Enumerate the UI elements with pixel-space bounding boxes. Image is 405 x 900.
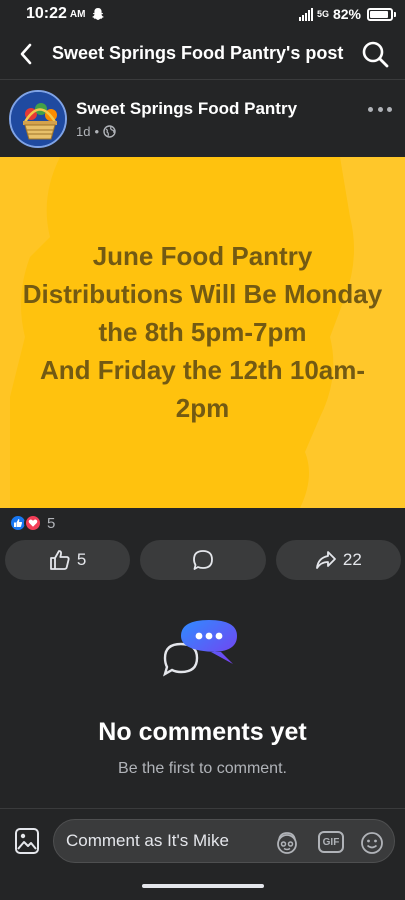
like-button[interactable]: 5	[5, 540, 131, 580]
reactions-summary[interactable]: 5	[9, 513, 55, 533]
chat-bubbles-icon	[163, 620, 237, 677]
image-text-line: And Friday the 12th 10am-	[39, 355, 366, 385]
globe-icon	[103, 125, 116, 138]
image-text-line: 2pm	[175, 393, 230, 423]
back-arrow-icon	[20, 43, 32, 64]
battery-fill	[370, 10, 389, 18]
reaction-count: 5	[47, 514, 56, 532]
more-options-button[interactable]	[365, 99, 395, 119]
author-name[interactable]: Sweet Springs Food Pantry	[76, 99, 297, 119]
avatar-sticker-icon[interactable]	[274, 830, 300, 856]
post-meta: 1d •	[76, 124, 116, 139]
signal-icon	[298, 7, 313, 21]
post-header: Sweet Springs Food Pantry 1d •	[0, 81, 405, 157]
post-image[interactable]: June Food Pantry Distributions Will Be M…	[0, 157, 405, 508]
battery-percent: 82%	[332, 6, 361, 22]
page-avatar[interactable]	[9, 90, 67, 148]
image-text-line: June Food Pantry	[92, 241, 313, 271]
photo-icon[interactable]	[14, 827, 40, 855]
post-age: 1d	[76, 124, 91, 139]
search-button[interactable]	[357, 36, 393, 72]
love-reaction-icon	[24, 514, 42, 532]
like-count: 5	[76, 550, 87, 569]
share-arrow-icon	[315, 551, 336, 569]
comment-button[interactable]	[140, 540, 266, 580]
snapchat-icon	[92, 8, 105, 20]
food-basket-logo	[11, 92, 65, 146]
meta-separator: •	[94, 124, 100, 139]
home-indicator[interactable]	[142, 884, 264, 888]
comment-bubble-icon	[193, 550, 213, 570]
status-time: 10:22	[26, 5, 67, 22]
status-bar: 10:22 AM 5G 82%	[0, 0, 405, 28]
no-comments-subtitle: Be the first to comment.	[118, 760, 287, 777]
comment-composer: Comment as It's Mike GIF	[0, 808, 405, 874]
image-text: June Food Pantry Distributions Will Be M…	[0, 237, 405, 427]
image-text-line: Distributions Will Be Monday	[22, 279, 383, 309]
search-icon	[362, 41, 389, 68]
no-comments-title: No comments yet	[98, 718, 307, 746]
network-type: 5G	[316, 9, 329, 19]
share-count: 22	[342, 550, 362, 569]
comment-placeholder: Comment as It's Mike	[66, 831, 229, 850]
battery-icon	[367, 7, 396, 21]
back-button[interactable]	[0, 28, 52, 80]
status-ampm: AM	[69, 8, 86, 20]
share-button[interactable]: 22	[275, 540, 401, 580]
page-title: Sweet Springs Food Pantry's post	[52, 43, 344, 63]
thumbs-up-icon	[50, 550, 70, 570]
emoji-icon[interactable]	[359, 830, 385, 856]
top-bar: Sweet Springs Food Pantry's post	[0, 28, 405, 80]
gif-button[interactable]: GIF	[318, 831, 344, 853]
image-text-line: the 8th 5pm-7pm	[98, 317, 307, 347]
comment-input[interactable]: Comment as It's Mike GIF	[53, 819, 395, 863]
post-actions: 5 22	[5, 540, 401, 580]
